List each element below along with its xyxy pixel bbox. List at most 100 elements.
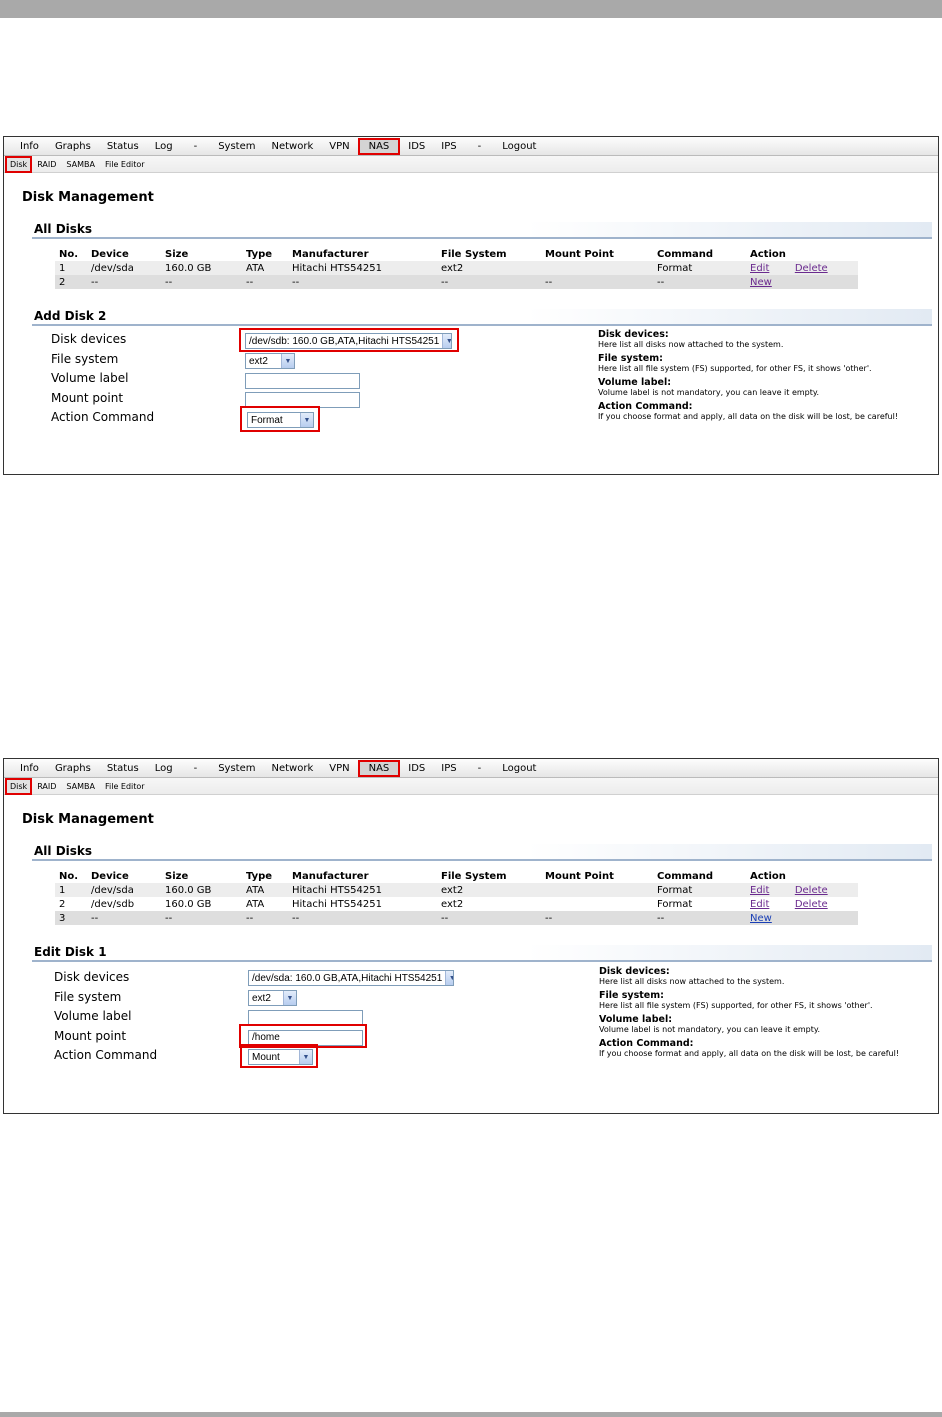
col-size: Size <box>165 870 189 882</box>
cell-file-system: ext2 <box>437 883 541 897</box>
new-link[interactable]: New <box>750 277 772 288</box>
menu-item-vpn[interactable]: VPN <box>321 763 357 774</box>
dropdown-arrow-icon: ▼ <box>445 971 453 985</box>
menu-item-ids[interactable]: IDS <box>400 141 433 152</box>
help-text-volume-label: Volume label is not mandatory, you can l… <box>599 1025 821 1034</box>
highlight-box <box>240 1044 318 1068</box>
col-device: Device <box>91 248 129 260</box>
cell-command: Format <box>653 261 746 275</box>
cell-device: /dev/sda <box>87 883 161 897</box>
delete-link[interactable]: Delete <box>795 263 828 274</box>
file-system-select[interactable]: ext2 ▼ <box>248 990 297 1006</box>
screenshot-add-disk: Info Graphs Status Log - System Network … <box>3 136 939 475</box>
col-file-system: File System <box>441 248 507 260</box>
menu-item-vpn[interactable]: VPN <box>321 141 357 152</box>
cell-action: Edit Delete <box>746 261 858 275</box>
menu-item-network[interactable]: Network <box>263 141 321 152</box>
cell-type: ATA <box>242 261 288 275</box>
col-no: No. <box>59 870 79 882</box>
menu-item-graphs[interactable]: Graphs <box>47 141 99 152</box>
submenu-item-raid[interactable]: RAID <box>32 782 61 791</box>
menu-item-network[interactable]: Network <box>263 763 321 774</box>
menu-item-system[interactable]: System <box>210 763 263 774</box>
edit-link[interactable]: Edit <box>750 263 769 274</box>
cell-type: -- <box>242 275 288 289</box>
cell-file-system: -- <box>437 275 541 289</box>
menu-separator: - <box>193 762 198 774</box>
help-text-file-system: Here list all file system (FS) supported… <box>599 1001 873 1010</box>
mount-point-label: Mount point <box>51 391 124 405</box>
col-no: No. <box>59 248 79 260</box>
cell-type: ATA <box>242 897 288 911</box>
menu-item-logout[interactable]: Logout <box>494 141 544 152</box>
help-text-action-command: If you choose format and apply, all data… <box>598 412 899 421</box>
submenu-item-disk[interactable]: Disk <box>5 155 33 173</box>
menu-item-nas[interactable]: NAS <box>357 759 401 777</box>
all-disks-heading: All Disks <box>32 844 932 861</box>
menu-item-status[interactable]: Status <box>99 763 147 774</box>
cell-no: 2 <box>55 897 87 911</box>
highlight-box <box>240 406 320 432</box>
cell-command: -- <box>653 275 746 289</box>
cell-manufacturer: Hitachi HTS54251 <box>288 883 437 897</box>
new-link[interactable]: New <box>750 913 772 924</box>
menu-item-logout[interactable]: Logout <box>494 763 544 774</box>
help-text-file-system: Here list all file system (FS) supported… <box>598 364 872 373</box>
menu-item-info[interactable]: Info <box>12 141 47 152</box>
cell-no: 3 <box>55 911 87 925</box>
page-title: Disk Management <box>22 812 154 827</box>
help-panel: Disk devices: Here list all disks now at… <box>599 967 899 1059</box>
col-type: Type <box>246 248 273 260</box>
help-title-file-system: File system: <box>599 990 664 1001</box>
cell-size: -- <box>161 911 242 925</box>
menu-item-status[interactable]: Status <box>99 141 147 152</box>
menu-item-ips[interactable]: IPS <box>433 763 464 774</box>
submenu-item-samba[interactable]: SAMBA <box>61 782 100 791</box>
cell-no: 1 <box>55 883 87 897</box>
disk-devices-select[interactable]: /dev/sda: 160.0 GB,ATA,Hitachi HTS54251 … <box>248 970 454 986</box>
submenu-item-file-editor[interactable]: File Editor <box>100 782 150 791</box>
col-manufacturer: Manufacturer <box>292 870 369 882</box>
col-device: Device <box>91 870 129 882</box>
menu-item-ips[interactable]: IPS <box>433 141 464 152</box>
menu-item-info[interactable]: Info <box>12 763 47 774</box>
delete-link[interactable]: Delete <box>795 885 828 896</box>
help-text-volume-label: Volume label is not mandatory, you can l… <box>598 388 820 397</box>
menu-item-ids[interactable]: IDS <box>400 763 433 774</box>
submenu-item-file-editor[interactable]: File Editor <box>100 160 150 169</box>
help-panel: Disk devices: Here list all disks now at… <box>598 330 898 422</box>
menu-item-log[interactable]: Log <box>147 141 181 152</box>
sub-menu: Disk RAID SAMBA File Editor <box>4 155 938 173</box>
menu-item-system[interactable]: System <box>210 141 263 152</box>
volume-label-label: Volume label <box>54 1009 132 1023</box>
menu-item-log[interactable]: Log <box>147 763 181 774</box>
cell-device: -- <box>87 275 161 289</box>
submenu-item-raid[interactable]: RAID <box>32 160 61 169</box>
table-row: 1 /dev/sda 160.0 GB ATA Hitachi HTS54251… <box>55 883 858 897</box>
file-system-value: ext2 <box>252 992 271 1004</box>
submenu-item-disk[interactable]: Disk <box>5 777 33 795</box>
file-system-select[interactable]: ext2 ▼ <box>245 353 295 369</box>
cell-size: 160.0 GB <box>161 883 242 897</box>
cell-size: 160.0 GB <box>161 897 242 911</box>
col-action: Action <box>750 248 786 260</box>
delete-link[interactable]: Delete <box>795 899 828 910</box>
edit-link[interactable]: Edit <box>750 885 769 896</box>
edit-link[interactable]: Edit <box>750 899 769 910</box>
submenu-item-samba[interactable]: SAMBA <box>61 160 100 169</box>
cell-size: 160.0 GB <box>161 261 242 275</box>
cell-device: -- <box>87 911 161 925</box>
menu-item-graphs[interactable]: Graphs <box>47 763 99 774</box>
volume-label-input[interactable] <box>245 373 360 389</box>
cell-mount-point <box>541 261 653 275</box>
cell-file-system: -- <box>437 911 541 925</box>
help-text-disk-devices: Here list all disks now attached to the … <box>598 340 784 349</box>
help-text-action-command: If you choose format and apply, all data… <box>599 1049 900 1058</box>
action-command-label: Action Command <box>54 1048 158 1062</box>
action-command-label: Action Command <box>51 410 155 424</box>
document-header-bar <box>0 0 942 18</box>
cell-command: Format <box>653 897 746 911</box>
menu-item-nas[interactable]: NAS <box>357 137 401 155</box>
table-row: 2 /dev/sdb 160.0 GB ATA Hitachi HTS54251… <box>55 897 858 911</box>
screenshot-edit-disk: Info Graphs Status Log - System Network … <box>3 758 939 1114</box>
